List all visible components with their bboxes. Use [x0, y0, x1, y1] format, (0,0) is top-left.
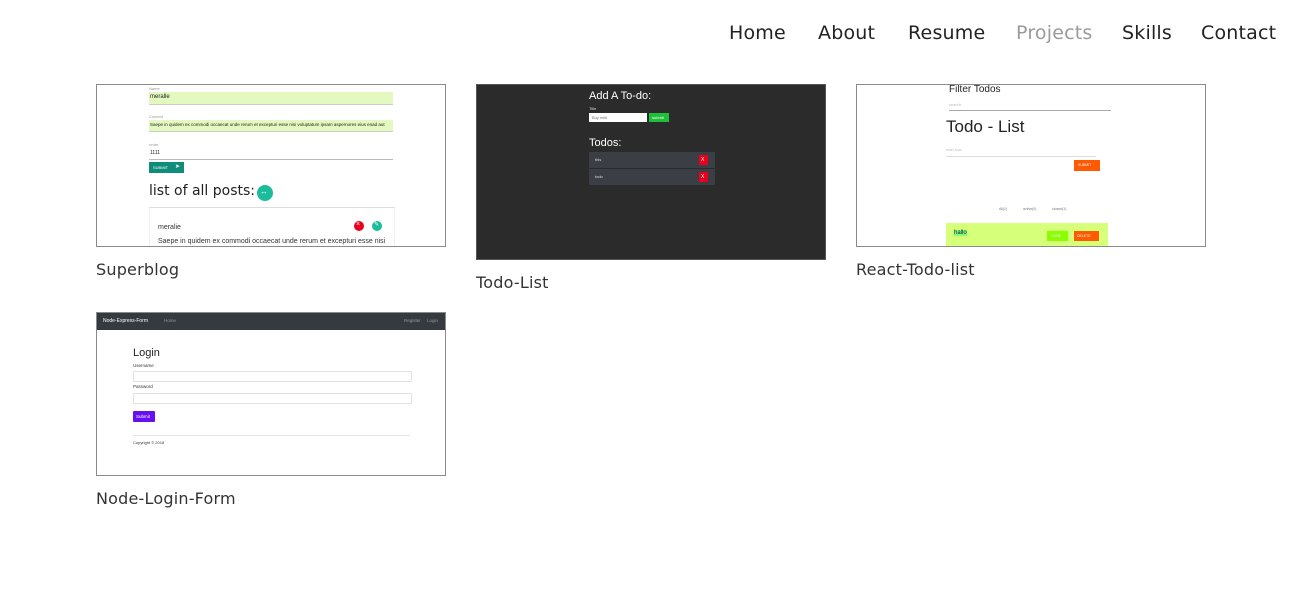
preview-react-submit: SUBMIT [1074, 160, 1100, 171]
preview-search-field: search [949, 100, 1111, 111]
refresh-icon: ↔ [257, 185, 273, 201]
project-title-react-todo-list[interactable]: React-Todo-list [856, 260, 975, 279]
preview-submit-button: SUBMIT ➤ [149, 162, 184, 173]
preview-done-button: DONE [1047, 231, 1068, 241]
project-thumbnail-node-login-form[interactable]: Node-Express-Form Home Register Login Lo… [96, 312, 446, 476]
project-thumbnail-superblog[interactable]: Name meralle Content Saepe in quidem ex … [96, 84, 446, 247]
preview-filter-active: active(0) [1023, 207, 1037, 211]
preview-filter-closed: closed(1) [1052, 207, 1067, 211]
preview-react-heading: Todo - List [946, 117, 1025, 136]
project-thumbnail-todo-list[interactable]: Add A To-do: Title Buy milk submit Todos… [476, 84, 826, 260]
preview-content-field: Saepe in quidem ex commodi occaecat unde… [149, 120, 393, 132]
nav-skills[interactable]: Skills [1122, 22, 1172, 44]
send-icon: ➤ [175, 164, 181, 170]
preview-name-label: Name [149, 86, 160, 91]
preview-todo-heading: Add A To-do: [589, 90, 652, 102]
main-nav: Home About Resume Projects Skills Contac… [0, 22, 1301, 50]
project-thumbnail-react-todo-list[interactable]: Filter Todos search Todo - List enter to… [856, 84, 1206, 247]
preview-list-heading: list of all posts: [149, 183, 256, 199]
preview-todo-item: this X [589, 152, 715, 168]
project-card-todo-list[interactable]: Add A To-do: Title Buy milk submit Todos… [476, 84, 826, 296]
preview-register-link: Register [404, 318, 421, 323]
preview-login-heading: Login [133, 347, 160, 359]
preview-navbar: Node-Express-Form Home Register Login [97, 313, 445, 330]
preview-login-submit: Submit [133, 411, 155, 422]
preview-react-item: hallo DONE DELETE [946, 223, 1108, 246]
nav-projects[interactable]: Projects [1016, 22, 1093, 44]
project-title-node-login-form[interactable]: Node-Login-Form [96, 489, 236, 508]
preview-password-label: Password [133, 384, 153, 389]
preview-order-field: 1111 [149, 148, 393, 160]
nav-home[interactable]: Home [729, 22, 786, 44]
preview-todo-submit: submit [649, 113, 669, 122]
project-title-todo-list[interactable]: Todo-List [476, 273, 549, 292]
preview-order-label: order [149, 142, 159, 147]
preview-home-link: Home [164, 318, 177, 323]
project-card-react-todo-list[interactable]: Filter Todos search Todo - List enter to… [856, 84, 1206, 284]
project-title-superblog[interactable]: Superblog [96, 260, 179, 279]
nav-contact[interactable]: Contact [1201, 22, 1276, 44]
project-card-superblog[interactable]: Name meralle Content Saepe in quidem ex … [96, 84, 446, 284]
preview-password-field [133, 393, 412, 404]
edit-icon: ✎ [372, 221, 382, 231]
nav-resume[interactable]: Resume [908, 22, 985, 44]
preview-todo-item: todo X [589, 169, 715, 185]
preview-brand: Node-Express-Form [103, 318, 149, 324]
delete-icon: X [699, 155, 708, 165]
preview-username-label: Username [133, 363, 154, 368]
preview-name-field: meralle [149, 92, 393, 105]
preview-username-field [133, 371, 412, 382]
preview-content-label: Content [149, 114, 164, 119]
preview-divider [133, 435, 410, 436]
project-card-node-login-form[interactable]: Node-Express-Form Home Register Login Lo… [96, 312, 446, 512]
preview-react-input: enter todo [946, 147, 1096, 157]
preview-post-card: meralie × ✎ Saepe in quidem ex commodi o… [149, 207, 395, 246]
delete-icon: × [354, 221, 364, 231]
nav-about[interactable]: About [818, 22, 875, 44]
delete-icon: X [699, 172, 708, 182]
preview-title-label: Title [589, 106, 597, 111]
preview-todos-heading: Todos: [589, 137, 622, 149]
preview-copyright: Copyright © 2018 [133, 440, 165, 445]
preview-delete-button: DELETE [1074, 231, 1099, 241]
preview-filter-heading: Filter Todos [949, 84, 1001, 95]
preview-login-link: Login [427, 318, 439, 323]
preview-filter-all: All(1) [999, 207, 1008, 211]
preview-todo-input: Buy milk [589, 113, 647, 122]
